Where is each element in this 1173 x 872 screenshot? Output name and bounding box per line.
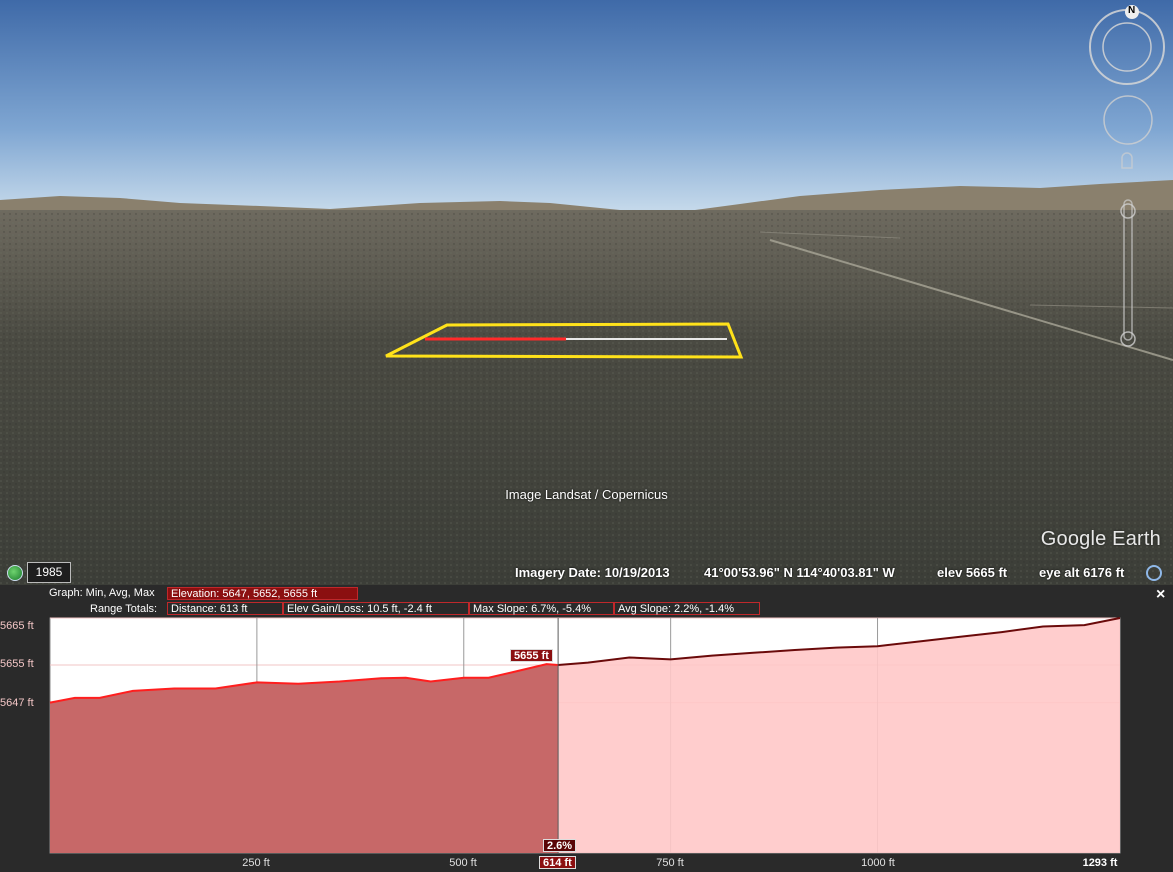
y-tick-label: 5665 ft: [0, 620, 34, 632]
cursor-distance-tag: 614 ft: [539, 856, 576, 869]
elevation-profile-panel[interactable]: Graph: Min, Avg, Max Elevation: 5647, 56…: [0, 585, 1173, 872]
imagery-date: Imagery Date: 10/19/2013: [515, 565, 670, 580]
x-tick-label: 1293 ft: [1082, 857, 1118, 869]
pointer-elevation: elev 5665 ft: [937, 565, 1008, 580]
imagery-attribution: Image Landsat / Copernicus: [505, 487, 668, 502]
x-tick-label: 1000 ft: [861, 857, 895, 869]
compass-ring[interactable]: [1089, 9, 1165, 85]
pointer-coordinates: 41°00'53.96" N 114°40'03.81" W: [704, 565, 895, 580]
y-tick-label: 5647 ft: [0, 697, 34, 709]
google-earth-logo: Google Earth: [1040, 528, 1161, 550]
zoom-slider[interactable]: [1123, 199, 1133, 341]
elevation-chart[interactable]: [0, 585, 1173, 872]
x-tick-label: 750 ft: [656, 857, 684, 869]
street-view-icon[interactable]: [1121, 152, 1133, 169]
historical-year-box[interactable]: 1985: [27, 562, 71, 583]
cursor-elevation-tag: 5655 ft: [510, 649, 553, 662]
x-tick-label: 500 ft: [449, 857, 477, 869]
x-tick-label: 250 ft: [242, 857, 270, 869]
cursor-slope-tag: 2.6%: [543, 839, 577, 852]
historical-imagery-clock-icon[interactable]: [7, 565, 23, 581]
look-joystick[interactable]: [1103, 95, 1153, 145]
navigation-controls[interactable]: N: [1088, 5, 1168, 355]
earth-viewport[interactable]: N Image Landsat / Copernicus Google Eart…: [0, 0, 1173, 585]
status-globe-icon[interactable]: [1146, 565, 1162, 581]
eye-altitude: eye alt 6176 ft: [1039, 565, 1125, 580]
y-tick-label: 5655 ft: [0, 658, 34, 670]
north-letter: N: [1128, 5, 1136, 16]
